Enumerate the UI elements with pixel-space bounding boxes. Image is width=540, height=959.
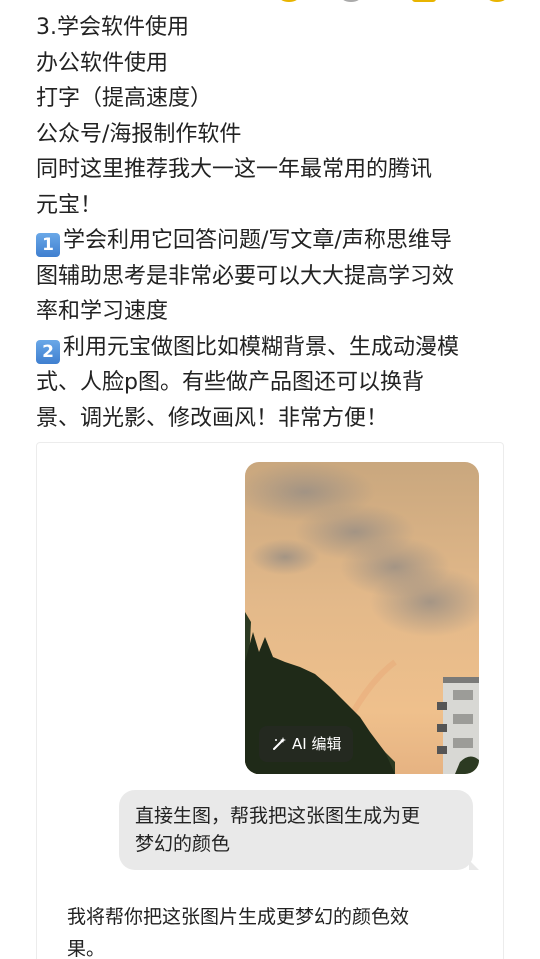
point-2-text: 利用元宝做图比如模糊背景、生成动漫模 bbox=[63, 334, 460, 360]
assistant-reply-line: 果。 bbox=[67, 938, 106, 959]
chat-screenshot-card: AI 编辑 直接生图，帮我把这张图生成为更 梦幻的颜色 我将帮你把这张图片生成更… bbox=[36, 442, 504, 959]
sky-photo[interactable]: AI 编辑 bbox=[245, 462, 479, 774]
post-line: 公众号/海报制作软件 bbox=[36, 121, 242, 147]
user-message-line: 直接生图，帮我把这张图生成为更 bbox=[135, 805, 421, 827]
comment-icon[interactable] bbox=[340, 0, 362, 2]
point-2-line: 式、人脸p图。有些做产品图还可以换背 bbox=[36, 370, 424, 395]
number-1-badge: 1 bbox=[36, 233, 60, 257]
post-line: 办公软件使用 bbox=[36, 50, 169, 76]
magic-wand-icon bbox=[273, 737, 286, 750]
point-1-line: 1 学会利用它回答问题/写文章/声称思维导 bbox=[36, 223, 506, 259]
point-1-line: 图辅助思考是非常必要可以大大提高学习效 bbox=[36, 263, 455, 289]
ai-edit-label: AI 编辑 bbox=[292, 735, 342, 753]
point-1-line: 率和学习速度 bbox=[36, 299, 169, 324]
assistant-reply-line: 我将帮你把这张图片生成更梦幻的颜色效 bbox=[67, 906, 410, 928]
point-1-text: 学会利用它回答问题/写文章/声称思维导 bbox=[63, 228, 452, 253]
post-line: 元宝！ bbox=[36, 192, 103, 218]
post-line: 同时这里推荐我大一这一年最常用的腾讯 bbox=[36, 157, 433, 182]
point-2-line: 2 利用元宝做图比如模糊背景、生成动漫模 bbox=[36, 330, 506, 366]
like-icon[interactable] bbox=[278, 0, 300, 2]
user-message-line: 梦幻的颜色 bbox=[135, 833, 231, 855]
number-2-badge: 2 bbox=[36, 339, 60, 364]
ai-edit-button[interactable]: AI 编辑 bbox=[259, 726, 354, 762]
post-line: 3.学会软件使用 bbox=[36, 15, 189, 40]
user-message-bubble: 直接生图，帮我把这张图生成为更 梦幻的颜色 bbox=[119, 790, 479, 870]
screenshot-page: 3.学会软件使用 办公软件使用 打字（提高速度） 公众号/海报制作软件 同时这里… bbox=[0, 0, 540, 959]
assistant-reply: 我将帮你把这张图片生成更梦幻的颜色效 果。 bbox=[67, 901, 467, 959]
collect-icon[interactable] bbox=[412, 0, 436, 2]
point-2-line: 景、调光影、修改画风！非常方便！ bbox=[36, 405, 389, 431]
post-line: 打字（提高速度） bbox=[36, 86, 213, 111]
share-icon[interactable] bbox=[486, 0, 508, 2]
post-body: 3.学会软件使用 办公软件使用 打字（提高速度） 公众号/海报制作软件 同时这里… bbox=[36, 10, 506, 436]
top-action-bar bbox=[0, 0, 540, 4]
